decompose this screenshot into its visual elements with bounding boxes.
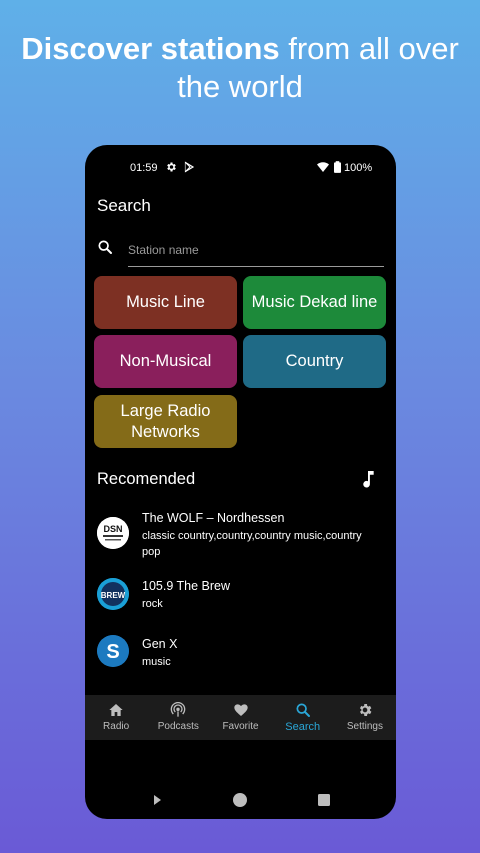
- station-logo: S: [97, 635, 129, 667]
- station-logo-text: DSN: [103, 524, 122, 534]
- promo-headline: Discover stations from all over the worl…: [0, 30, 480, 106]
- station-name: 105.9 The Brew: [142, 579, 231, 593]
- page-title: Search: [97, 196, 151, 215]
- station-name: The WOLF – Nordhessen: [142, 511, 285, 525]
- home-icon: [109, 704, 123, 716]
- music-note-icon[interactable]: [361, 471, 375, 488]
- list-item[interactable]: BREW 105.9 The Brew rock: [85, 575, 396, 625]
- station-logo-text: S: [106, 641, 119, 663]
- nav-label: Settings: [346, 721, 383, 732]
- battery-percent: 100%: [344, 162, 373, 174]
- search-icon: [296, 703, 310, 717]
- bottom-nav: Radio Podcasts Favorite Search Settings: [85, 695, 396, 740]
- nav-item-podcasts[interactable]: Podcasts: [147, 695, 209, 740]
- play-store-icon: [184, 161, 195, 173]
- recents-icon[interactable]: [318, 794, 330, 806]
- recommended-title: Recomended: [97, 470, 196, 488]
- nav-item-radio[interactable]: Radio: [85, 695, 147, 740]
- nav-item-search[interactable]: Search: [272, 695, 334, 740]
- station-logo: DSN: [97, 517, 129, 549]
- gear-icon: [167, 162, 176, 172]
- nav-label: Favorite: [222, 721, 259, 732]
- phone-frame: 01:59 100% Search Music Line Music Dekad…: [85, 145, 396, 819]
- category-music-dekad-line[interactable]: Music Dekad line: [243, 276, 386, 329]
- nav-item-favorite[interactable]: Favorite: [209, 695, 271, 740]
- search-icon: [98, 240, 112, 254]
- station-tags: music: [142, 656, 171, 668]
- search-input[interactable]: [128, 233, 384, 267]
- list-item[interactable]: DSN The WOLF – Nordhessen classic countr…: [85, 507, 396, 565]
- heart-icon: [233, 704, 248, 716]
- home-button-icon[interactable]: [233, 793, 247, 807]
- battery-icon: [334, 161, 341, 173]
- nav-label: Radio: [103, 721, 130, 732]
- station-logo-text: BREW: [101, 591, 126, 600]
- category-country[interactable]: Country: [243, 335, 386, 388]
- list-item[interactable]: S Gen X music: [85, 633, 396, 683]
- promo-headline-bold: Discover stations: [21, 31, 280, 66]
- nav-label: Search: [285, 721, 321, 733]
- gear-icon: [359, 704, 372, 716]
- category-large-radio-networks[interactable]: Large Radio Networks: [94, 395, 237, 448]
- category-music-line[interactable]: Music Line: [94, 276, 237, 329]
- station-logo: BREW: [97, 578, 129, 610]
- status-time: 01:59: [130, 162, 158, 174]
- wifi-icon: [317, 162, 329, 172]
- station-tags: classic country,country,country music,co…: [142, 530, 362, 558]
- status-bar: 01:59 100%: [85, 159, 396, 179]
- podcast-icon: [171, 702, 186, 717]
- system-nav-bar: [154, 793, 330, 807]
- station-tags: rock: [142, 598, 163, 610]
- category-non-musical[interactable]: Non-Musical: [94, 335, 237, 388]
- nav-label: Podcasts: [157, 721, 199, 732]
- station-name: Gen X: [142, 637, 178, 651]
- back-icon[interactable]: [154, 795, 161, 805]
- nav-item-settings[interactable]: Settings: [334, 695, 396, 740]
